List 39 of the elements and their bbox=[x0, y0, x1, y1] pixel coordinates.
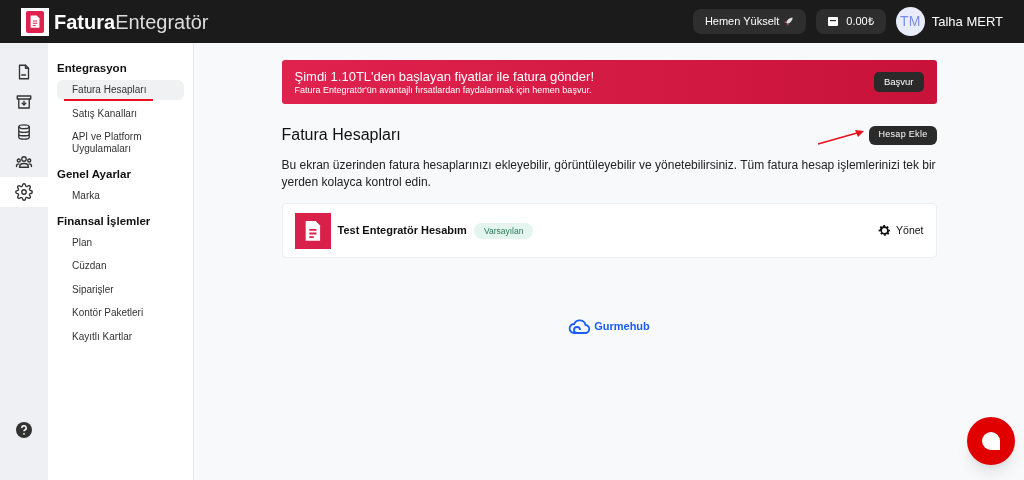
footer-brand: Gurmehub bbox=[594, 319, 650, 334]
settings-icon bbox=[15, 183, 33, 201]
sidebar-item[interactable]: Plan bbox=[57, 232, 184, 253]
account-name: Test Entegratör Hesabım bbox=[337, 223, 467, 239]
help-icon[interactable] bbox=[16, 422, 32, 438]
sidebar-item[interactable]: Fatura Hesapları bbox=[57, 80, 184, 101]
database-icon bbox=[15, 123, 33, 141]
banner-title: Şimdi 1.10TL'den başlayan fiyatlar ile fatura gönder! bbox=[294, 68, 595, 84]
sidebar-item[interactable]: Cüzdan bbox=[57, 256, 184, 277]
default-badge: Varsayılan bbox=[473, 222, 534, 239]
cloud-icon bbox=[568, 318, 591, 334]
page-description: Bu ekran üzerinden fatura hesaplarınızı ekleyebilir, görüntüleyebilir ve yönetebilirsiniz. Tüm fatura hesap işlemlerinizi tek bir yerden kolayca kontrol edin. bbox=[281, 157, 937, 191]
upgrade-button[interactable]: Hemen Yükselt bbox=[692, 9, 807, 34]
settings-icon bbox=[877, 223, 893, 238]
banner-subtitle: Fatura Entegratör'ün avantajlı fırsatlardan faydalanmak için hemen başvur. bbox=[294, 84, 593, 96]
apply-button[interactable]: Başvur bbox=[873, 72, 924, 92]
manage-button[interactable]: Yönet bbox=[877, 222, 924, 239]
rail-item[interactable] bbox=[0, 177, 48, 207]
rocket-icon bbox=[783, 16, 795, 27]
sidebar-item[interactable]: Satış Kanalları bbox=[57, 103, 184, 124]
add-account-button[interactable]: Hesap Ekle bbox=[869, 125, 937, 145]
user-name[interactable]: Talha MERT bbox=[931, 11, 1003, 32]
document-icon bbox=[28, 14, 42, 29]
users-icon bbox=[15, 153, 33, 171]
chat-button[interactable] bbox=[967, 417, 1015, 465]
sidebar-item[interactable]: Kontör Paketleri bbox=[57, 303, 184, 324]
sidebar-item[interactable]: Kayıtlı Kartlar bbox=[57, 326, 184, 347]
sidebar-heading: Genel Ayarlar bbox=[57, 166, 132, 182]
page-title: Fatura Hesapları bbox=[281, 125, 401, 145]
logo-text: FaturaEntegratör bbox=[54, 11, 209, 32]
sidebar-heading: Finansal İşlemler bbox=[57, 213, 152, 229]
wallet-icon bbox=[828, 17, 839, 26]
sidebar-item[interactable]: Marka bbox=[57, 186, 184, 206]
sidebar-item[interactable]: API ve Platform Uygulamaları bbox=[57, 127, 184, 160]
wallet-button[interactable]: 0.00₺ bbox=[816, 9, 886, 34]
chat-icon bbox=[982, 432, 1000, 450]
archive-icon bbox=[15, 93, 33, 111]
sidebar-heading: Entegrasyon bbox=[57, 61, 128, 76]
sidebar-item[interactable]: Siparişler bbox=[57, 279, 184, 300]
